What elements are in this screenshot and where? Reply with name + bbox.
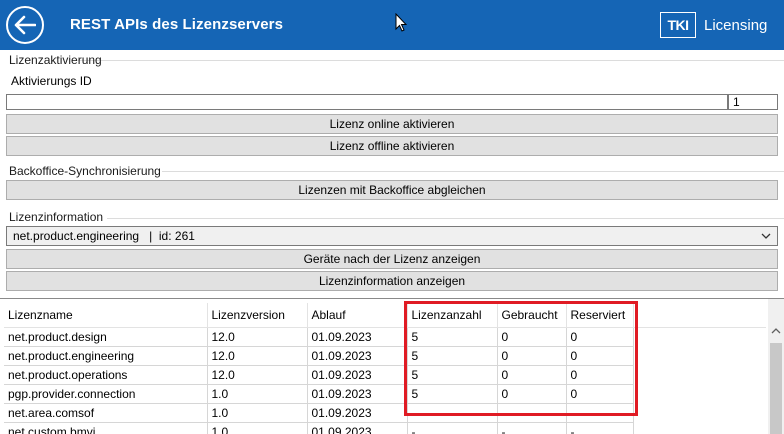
column-header[interactable]: Lizenzanzahl [407, 303, 498, 328]
back-button[interactable] [6, 6, 44, 44]
app-header: REST APIs des Lizenzservers TKI Licensin… [0, 0, 784, 50]
table-row[interactable]: net.product.engineering 12.0 01.09.2023 … [4, 346, 766, 366]
table-cell: 0 [566, 365, 634, 385]
column-header[interactable]: Lizenzversion [207, 303, 308, 328]
table-cell: 0 [497, 365, 567, 385]
activation-id-label: Aktivierungs ID [11, 74, 92, 88]
table-cell: 5 [407, 384, 498, 404]
activate-online-button[interactable]: Lizenz online aktivieren [6, 114, 778, 134]
info-group-label: Lizenzinformation [9, 210, 104, 224]
sync-group-label: Backoffice-Synchronisierung [9, 164, 161, 178]
arrow-left-icon [14, 15, 36, 35]
table-cell: net.product.design [4, 327, 208, 347]
license-select[interactable]: net.product.engineering | id: 261 [6, 226, 778, 246]
table-cell: 0 [497, 327, 567, 347]
table-cell: 1.0 [207, 403, 308, 423]
table-cell: 0 [497, 346, 567, 366]
table-cell: 5 [407, 365, 498, 385]
table-cell-spacer [633, 327, 766, 346]
table-cell: 01.09.2023 [307, 403, 408, 423]
activation-count-input[interactable]: 1 [728, 94, 778, 110]
table-row[interactable]: net.area.comsof 1.0 01.09.2023 - - - [4, 403, 766, 423]
activation-id-input[interactable] [6, 94, 728, 110]
table-cell: 1.0 [207, 422, 308, 434]
divider [162, 171, 784, 172]
scrollbar-thumb[interactable] [770, 343, 782, 434]
column-header[interactable]: Ablauf [307, 303, 408, 328]
table-cell: 5 [407, 346, 498, 366]
table-cell: 0 [566, 327, 634, 347]
table-cell: 01.09.2023 [307, 327, 408, 347]
table-cell: 01.09.2023 [307, 346, 408, 366]
show-license-info-button[interactable]: Lizenzinformation anzeigen [6, 271, 778, 291]
column-header[interactable]: Gebraucht [497, 303, 567, 328]
table-cell: - [407, 403, 498, 423]
chevron-down-icon [761, 233, 771, 239]
mouse-cursor-icon [395, 13, 407, 32]
table-cell-spacer [633, 422, 766, 434]
table-cell-spacer [633, 384, 766, 403]
divider [107, 218, 784, 219]
table-cell: - [566, 403, 634, 423]
table-cell: - [497, 403, 567, 423]
table-cell: 1.0 [207, 384, 308, 404]
table-cell: 5 [407, 327, 498, 347]
table-cell-spacer [633, 403, 766, 422]
table-cell: - [497, 422, 567, 434]
table-cell: 12.0 [207, 365, 308, 385]
column-header-spacer [633, 303, 766, 328]
table-cell: 0 [566, 346, 634, 366]
table-cell: net.area.comsof [4, 403, 208, 423]
table-header-row: Lizenzname Lizenzversion Ablauf Lizenzan… [4, 303, 766, 328]
table-cell: net.custom.bmvi [4, 422, 208, 434]
license-table-container: Lizenzname Lizenzversion Ablauf Lizenzan… [0, 298, 784, 434]
brand: TKI Licensing [660, 12, 767, 38]
activate-offline-button[interactable]: Lizenz offline aktivieren [6, 136, 778, 156]
show-devices-button[interactable]: Geräte nach der Lizenz anzeigen [6, 249, 778, 269]
table-cell: 12.0 [207, 346, 308, 366]
page-title: REST APIs des Lizenzservers [70, 16, 284, 33]
brand-logo: TKI [660, 12, 696, 38]
table-cell: 12.0 [207, 327, 308, 347]
sync-backoffice-button[interactable]: Lizenzen mit Backoffice abgleichen [6, 180, 778, 200]
table-row[interactable]: pgp.provider.connection 1.0 01.09.2023 5… [4, 384, 766, 404]
table-cell: 01.09.2023 [307, 384, 408, 404]
table-row[interactable]: net.product.operations 12.0 01.09.2023 5… [4, 365, 766, 385]
table-cell: - [566, 422, 634, 434]
table-cell-spacer [633, 346, 766, 365]
column-header[interactable]: Reserviert [566, 303, 634, 328]
table-row[interactable]: net.product.design 12.0 01.09.2023 5 0 0 [4, 327, 766, 347]
table-scrollbar[interactable] [768, 299, 784, 434]
activation-group-label: Lizenzaktivierung [9, 53, 102, 67]
table-cell: net.product.engineering [4, 346, 208, 366]
table-cell: - [407, 422, 498, 434]
table-cell: pgp.provider.connection [4, 384, 208, 404]
table-cell: 0 [566, 384, 634, 404]
chevron-up-icon[interactable] [771, 327, 781, 335]
license-table: Lizenzname Lizenzversion Ablauf Lizenzan… [4, 303, 766, 434]
table-cell: 0 [497, 384, 567, 404]
column-header[interactable]: Lizenzname [4, 303, 208, 328]
license-select-value: net.product.engineering | id: 261 [13, 229, 195, 243]
table-cell: 01.09.2023 [307, 422, 408, 434]
table-cell: net.product.operations [4, 365, 208, 385]
table-cell: 01.09.2023 [307, 365, 408, 385]
brand-text: Licensing [704, 16, 768, 34]
divider [78, 60, 784, 61]
table-row[interactable]: net.custom.bmvi 1.0 01.09.2023 - - - [4, 422, 766, 434]
table-cell-spacer [633, 365, 766, 384]
